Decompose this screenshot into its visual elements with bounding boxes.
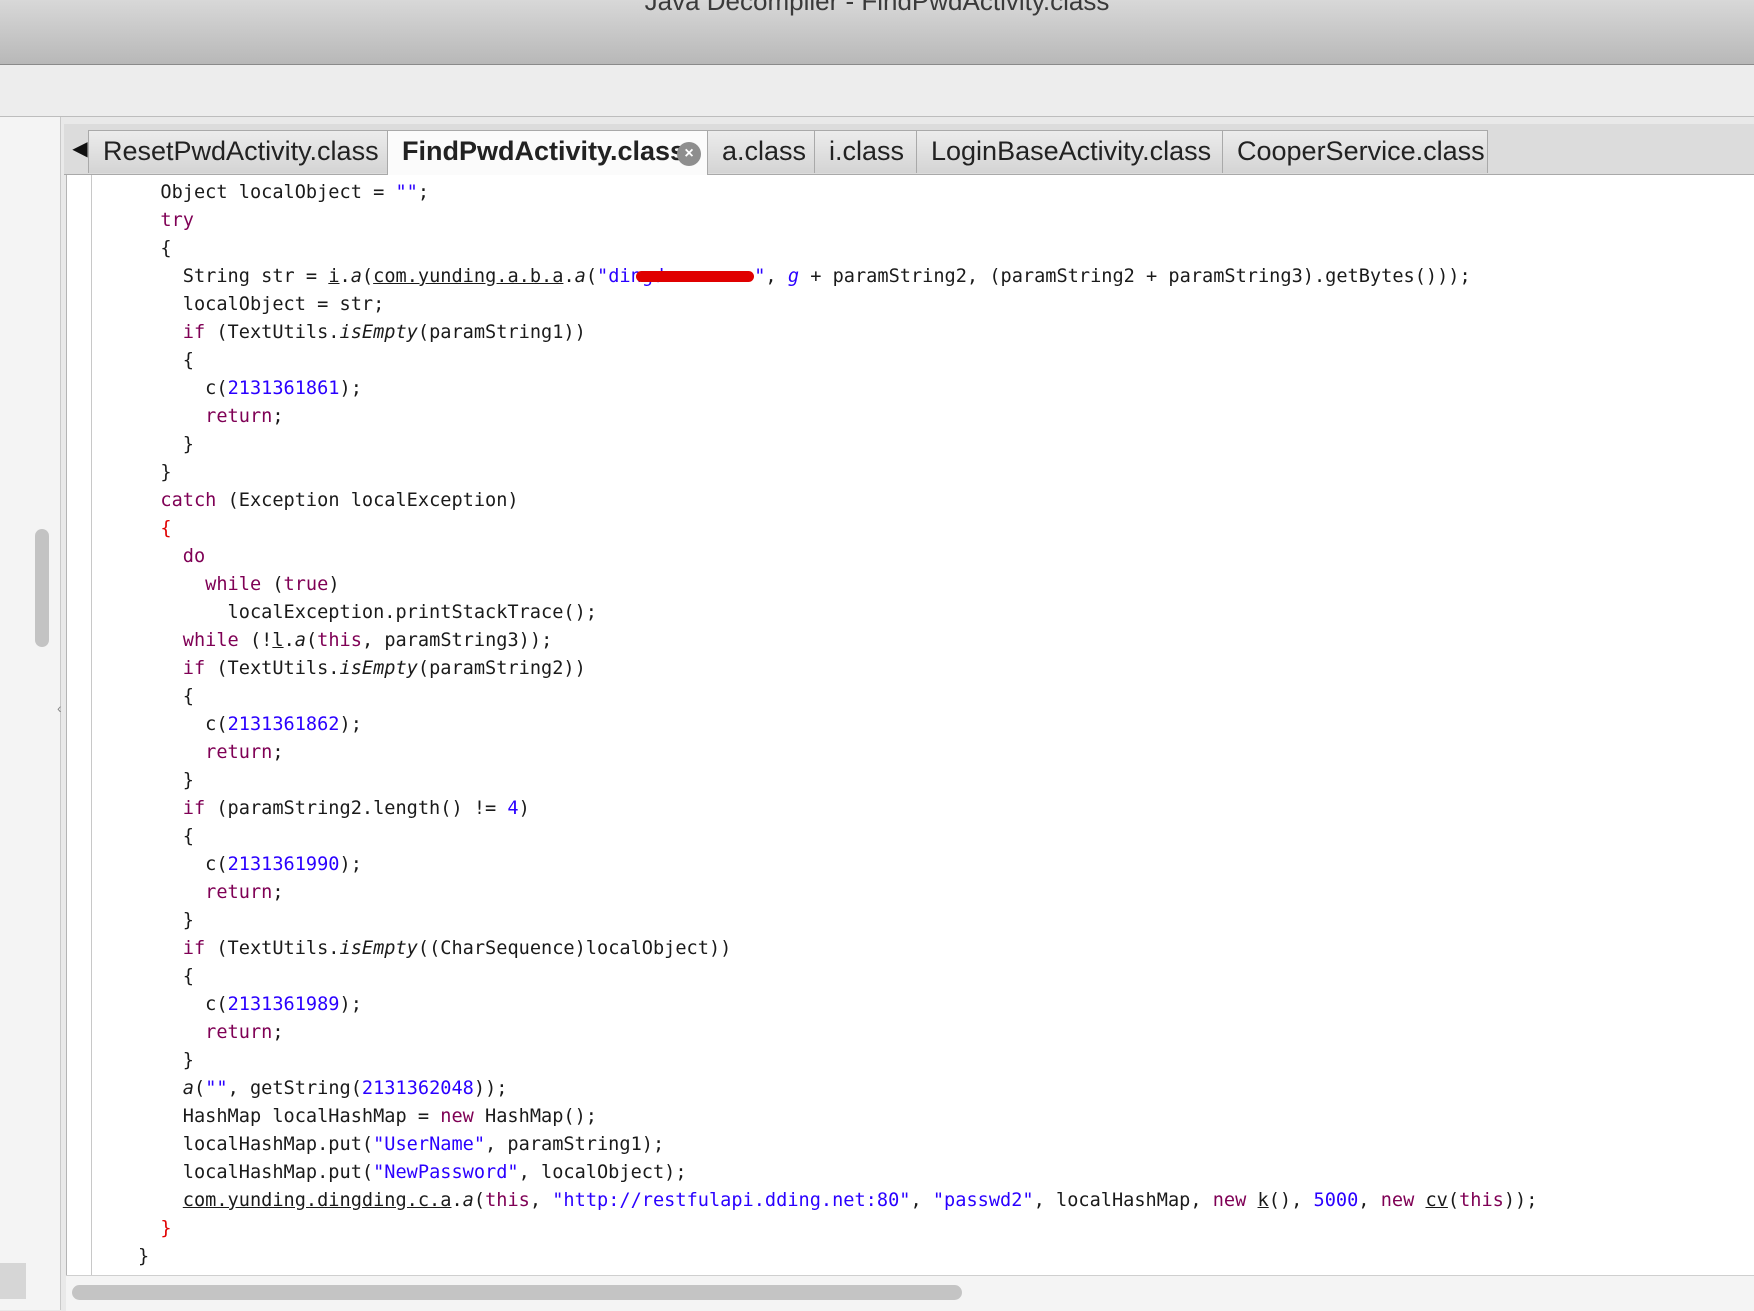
close-circle-icon[interactable]: ×	[677, 142, 701, 166]
code-token: new	[440, 1106, 474, 1127]
string-literal: "	[754, 266, 766, 287]
horizontal-scroll-thumb[interactable]	[72, 1285, 962, 1300]
tab-label: ResetPwdActivity.class	[103, 136, 379, 166]
numeric-literal: 5000	[1313, 1190, 1359, 1211]
code-token: a	[294, 630, 306, 651]
code-token: new	[1380, 1190, 1415, 1211]
code-token: if	[182, 938, 206, 959]
code-token: try	[160, 210, 194, 231]
tab-label: a.class	[722, 136, 807, 166]
code-token: }	[160, 1218, 172, 1239]
code-token: catch	[160, 490, 217, 511]
code-token: l	[272, 630, 284, 651]
numeric-literal: 2131361989	[227, 994, 340, 1015]
tab-cooperservice[interactable]: CooperService.class	[1222, 130, 1488, 173]
gutter-divider	[91, 175, 92, 1275]
tab-a-class[interactable]: a.class	[707, 130, 815, 173]
tab-loginbaseactivity[interactable]: LoginBaseActivity.class	[916, 130, 1223, 173]
tab-label: CooperService.class	[1237, 136, 1485, 166]
code-token: new	[1212, 1190, 1247, 1211]
window-title: Java Decompiler - FindPwdActivity.class	[644, 0, 1110, 16]
code-token: return	[205, 882, 273, 903]
code-token: g	[787, 266, 800, 287]
code-token: while	[205, 574, 262, 595]
string-literal: ""	[395, 182, 418, 203]
source-code: Object localObject = ""; try { String st…	[138, 182, 1538, 1267]
string-literal: "UserName"	[373, 1134, 486, 1155]
numeric-literal: 2131361990	[227, 854, 340, 875]
tab-label: FindPwdActivity.class	[402, 136, 686, 166]
code-token: this	[317, 630, 362, 651]
code-token: return	[205, 1022, 273, 1043]
code-token: com.yunding.a.b.a	[373, 266, 564, 287]
code-token: a	[350, 266, 362, 287]
code-token: if	[182, 322, 206, 343]
code-token: if	[182, 658, 206, 679]
redaction-mark	[636, 271, 755, 282]
string-literal: "http://restfulapi.dding.net:80"	[552, 1190, 911, 1211]
string-literal: "NewPassword"	[373, 1162, 519, 1183]
code-token: cv	[1425, 1190, 1448, 1211]
code-token: isEmpty	[339, 938, 418, 959]
code-token: do	[182, 546, 206, 567]
code-token: while	[182, 630, 239, 651]
code-token: com.yunding.dingding.c.a	[182, 1190, 452, 1211]
horizontal-scrollbar[interactable]	[66, 1275, 1754, 1311]
code-token: return	[205, 742, 273, 763]
code-token: true	[283, 574, 329, 595]
tab-bar: ◀ ResetPwdActivity.class FindPwdActivity…	[64, 124, 1754, 175]
code-token: a	[574, 266, 586, 287]
tab-label: i.class	[829, 136, 905, 166]
tab-findpwdactivity[interactable]: FindPwdActivity.class ×	[387, 130, 708, 175]
numeric-literal: 4	[507, 798, 519, 819]
tab-resetpwdactivity[interactable]: ResetPwdActivity.class	[88, 130, 388, 173]
toolbar	[0, 65, 1754, 117]
code-token: isEmpty	[339, 658, 418, 679]
code-token: i	[328, 266, 340, 287]
code-token: {	[160, 518, 172, 539]
numeric-literal: 2131361862	[227, 714, 340, 735]
tree-selection-highlight	[0, 1263, 26, 1299]
code-token: return	[205, 406, 273, 427]
string-literal: ""	[205, 1078, 228, 1099]
code-token: isEmpty	[339, 322, 418, 343]
tree-vertical-scrollbar[interactable]	[35, 529, 49, 647]
code-token: this	[485, 1190, 530, 1211]
code-token: this	[1459, 1190, 1504, 1211]
tab-label: LoginBaseActivity.class	[931, 136, 1212, 166]
tab-i-class[interactable]: i.class	[814, 130, 917, 173]
numeric-literal: 2131361861	[227, 378, 340, 399]
code-editor[interactable]: Object localObject = ""; try { String st…	[66, 175, 1754, 1275]
code-token: a	[182, 1078, 194, 1099]
code-token: a	[462, 1190, 474, 1211]
numeric-literal: 2131362048	[361, 1078, 474, 1099]
string-literal: "passwd2"	[932, 1190, 1034, 1211]
code-token: if	[182, 798, 206, 819]
splitter-handle[interactable]: ‹	[57, 700, 63, 720]
package-tree-panel[interactable]	[0, 117, 61, 1310]
window-titlebar: Java Decompiler - FindPwdActivity.class	[0, 0, 1754, 65]
code-token: k	[1257, 1190, 1269, 1211]
